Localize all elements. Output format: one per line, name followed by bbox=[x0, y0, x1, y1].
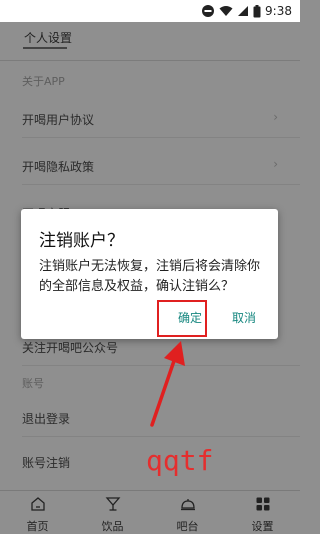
dialog-message: 注销账户无法恢复，注销后将会清除你的全部信息及权益，确认注销么？ bbox=[39, 259, 261, 294]
tab-home[interactable]: 首页 bbox=[0, 491, 75, 534]
cancel-button[interactable]: 取消 bbox=[232, 309, 256, 326]
tab-label: 吧台 bbox=[176, 520, 199, 533]
status-icons: 9:38 bbox=[201, 3, 292, 19]
tab-drinks[interactable]: 饮品 bbox=[75, 491, 150, 534]
row-divider bbox=[22, 184, 300, 185]
chevron-right-icon: › bbox=[273, 110, 278, 124]
row-user-agreement[interactable]: 开喝用户协议 › bbox=[0, 100, 300, 138]
tab-settings[interactable]: 设置 bbox=[225, 491, 300, 534]
row-label: 开喝用户协议 bbox=[22, 113, 95, 127]
row-label: 账号注销 bbox=[22, 456, 71, 470]
row-privacy-policy[interactable]: 开喝隐私政策 › bbox=[0, 147, 300, 185]
page-title-underline bbox=[23, 47, 67, 49]
row-logout[interactable]: 退出登录 bbox=[0, 399, 300, 437]
cocktail-icon bbox=[105, 497, 120, 511]
service-bell-icon bbox=[180, 499, 195, 511]
annotation-highlight-box bbox=[157, 300, 207, 337]
wifi-icon bbox=[219, 6, 233, 16]
dialog-title: 注销账户？ bbox=[39, 231, 124, 251]
row-divider bbox=[22, 137, 300, 138]
status-time: 9:38 bbox=[265, 4, 292, 18]
row-divider bbox=[22, 365, 300, 366]
battery-icon bbox=[253, 4, 261, 17]
row-label: 退出登录 bbox=[22, 412, 71, 426]
tab-label: 首页 bbox=[26, 520, 49, 533]
row-label: 关注开喝吧公众号 bbox=[22, 341, 119, 355]
home-icon bbox=[30, 497, 45, 511]
row-divider bbox=[22, 436, 300, 437]
tab-label: 饮品 bbox=[101, 520, 124, 533]
page-title: 个人设置 bbox=[24, 31, 73, 45]
status-bar: 9:38 bbox=[0, 0, 300, 22]
header-divider bbox=[0, 60, 300, 61]
section-label-about: 关于APP bbox=[22, 75, 65, 88]
row-label: 开喝隐私政策 bbox=[22, 160, 95, 174]
bottom-tab-bar: 首页 饮品 吧台 设置 bbox=[0, 490, 300, 534]
annotation-text: qqtf bbox=[146, 444, 214, 477]
delete-account-dialog: 注销账户？ 注销账户无法恢复，注销后将会清除你的全部信息及权益，确认注销么？ 确… bbox=[21, 209, 278, 339]
do-not-disturb-icon bbox=[202, 5, 215, 17]
grid-settings-icon bbox=[256, 497, 269, 511]
signal-icon bbox=[238, 6, 249, 16]
tab-bar-counter[interactable]: 吧台 bbox=[150, 491, 225, 534]
tab-label: 设置 bbox=[251, 520, 274, 533]
section-label-account: 账号 bbox=[22, 377, 44, 390]
chevron-right-icon: › bbox=[273, 157, 278, 171]
